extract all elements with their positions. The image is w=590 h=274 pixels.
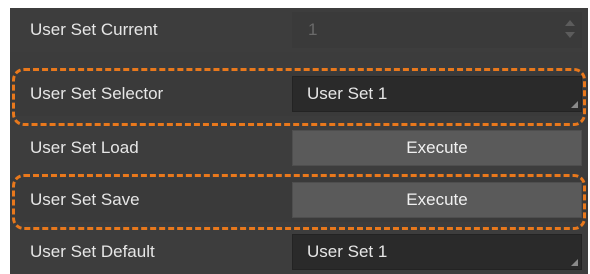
user-set-selector-value: User Set 1	[307, 84, 388, 103]
dropdown-corner-icon	[571, 259, 578, 266]
user-set-property-panel: User Set Current 1 User Set Selector Use…	[10, 8, 588, 274]
user-set-current-value: 1	[308, 20, 318, 39]
user-set-current-spinbox: 1	[292, 12, 582, 48]
user-set-current-label: User Set Current	[30, 20, 158, 39]
user-set-selector-row: User Set Selector User Set 1	[10, 72, 588, 116]
user-set-default-combobox[interactable]: User Set 1	[292, 234, 582, 270]
user-set-current-row: User Set Current 1	[10, 8, 588, 52]
spin-up-arrow-icon	[565, 20, 575, 26]
dropdown-corner-icon	[571, 101, 578, 108]
user-set-load-label: User Set Load	[30, 138, 139, 157]
user-set-default-row: User Set Default User Set 1	[10, 230, 588, 274]
user-set-default-value: User Set 1	[307, 242, 388, 261]
user-set-save-label: User Set Save	[30, 190, 140, 209]
user-set-load-row: User Set Load Execute	[10, 126, 588, 170]
user-set-save-row: User Set Save Execute	[10, 178, 588, 222]
user-set-save-execute-button[interactable]: Execute	[292, 182, 582, 218]
user-set-load-execute-button[interactable]: Execute	[292, 130, 582, 166]
up-down-arrow-icon	[564, 18, 576, 42]
spin-down-arrow-icon	[565, 32, 575, 38]
user-set-selector-combobox[interactable]: User Set 1	[292, 76, 582, 112]
user-set-selector-label: User Set Selector	[30, 84, 164, 103]
user-set-default-label: User Set Default	[30, 242, 155, 261]
